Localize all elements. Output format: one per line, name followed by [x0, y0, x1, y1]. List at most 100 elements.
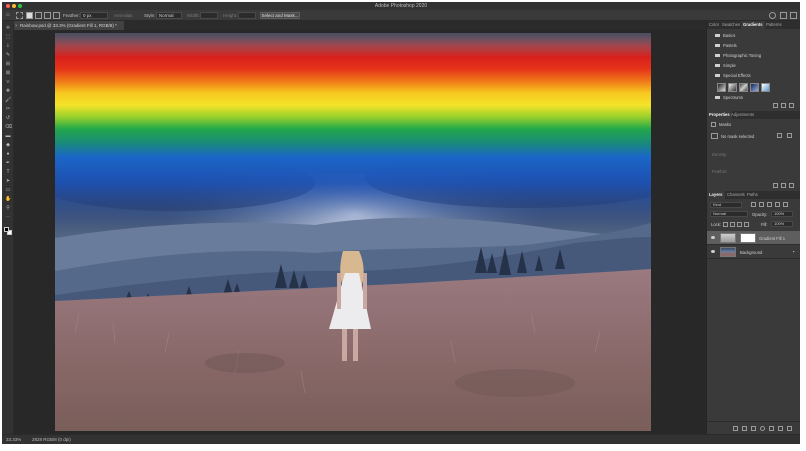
document-info[interactable]: 2828 RGB/8 (0 dpi)	[32, 437, 71, 442]
eraser-tool-icon[interactable]: ⌫	[5, 124, 12, 130]
invert-icon[interactable]	[781, 183, 786, 188]
gradient-swatch[interactable]	[728, 83, 737, 92]
tab-adjustments[interactable]: Adjustments	[729, 111, 756, 119]
folder-basics[interactable]: Basics	[715, 33, 735, 39]
layer-style-icon[interactable]	[742, 426, 747, 431]
workspace-icon[interactable]	[780, 12, 787, 19]
tab-swatches[interactable]: Swatches	[720, 21, 742, 29]
folder-pastels[interactable]: Pastels	[715, 43, 737, 49]
width-input[interactable]	[200, 12, 218, 19]
add-to-selection-icon[interactable]	[35, 12, 42, 19]
anti-alias-checkbox[interactable]: Anti-alias	[114, 12, 133, 19]
intersect-selection-icon[interactable]	[53, 12, 60, 19]
healing-brush-tool-icon[interactable]: ✚	[5, 88, 11, 94]
tab-color[interactable]: Color	[707, 21, 721, 29]
marquee-tool-icon[interactable]: ⬚	[5, 34, 11, 40]
quick-select-tool-icon[interactable]: ✎	[5, 52, 11, 58]
adjustment-layer-icon[interactable]	[760, 426, 765, 431]
opacity-input[interactable]: 100%	[771, 211, 793, 217]
folder-label: Photographic Toning	[723, 53, 762, 58]
zoom-tool-icon[interactable]: ⚲	[5, 205, 11, 211]
rectangle-tool-icon[interactable]: ▭	[5, 187, 11, 193]
foreground-color-swatch[interactable]	[4, 227, 9, 232]
visibility-eye-icon[interactable]	[711, 236, 715, 239]
eyedropper-tool-icon[interactable]: ⋎	[5, 79, 11, 85]
filter-smart-icon[interactable]	[783, 202, 788, 207]
delete-gradient-icon[interactable]	[789, 103, 794, 108]
folder-photographic-toning[interactable]: Photographic Toning	[715, 53, 761, 59]
new-group-icon[interactable]	[773, 103, 778, 108]
new-layer-icon[interactable]	[778, 426, 783, 431]
style-select[interactable]: Normal	[156, 12, 182, 19]
path-select-tool-icon[interactable]: ➤	[5, 178, 11, 184]
selection-icon[interactable]	[773, 183, 778, 188]
history-brush-tool-icon[interactable]: ↺	[5, 115, 11, 121]
subtract-selection-icon[interactable]	[44, 12, 51, 19]
lock-position-icon[interactable]	[737, 222, 742, 227]
tab-paths[interactable]: Paths	[745, 191, 760, 199]
layer-mask-thumbnail[interactable]	[740, 233, 756, 243]
type-tool-icon[interactable]: T	[5, 169, 11, 175]
document-tab[interactable]: × Rainbow.psd @ 33.3% (Gradient Fill 1, …	[14, 21, 124, 30]
new-selection-icon[interactable]	[26, 12, 33, 19]
layer-row-gradient-fill[interactable]: Gradient Fill 1	[707, 231, 800, 245]
delete-layer-icon[interactable]	[787, 426, 792, 431]
layer-name[interactable]: Background	[740, 250, 762, 255]
select-and-mask-button[interactable]: Select and Mask...	[260, 12, 300, 19]
canvas-area[interactable]	[14, 30, 706, 434]
brush-tool-icon[interactable]: 🖌	[5, 97, 11, 103]
new-group-icon[interactable]	[769, 426, 774, 431]
delete-mask-icon[interactable]	[789, 183, 794, 188]
hand-tool-icon[interactable]: ✋	[5, 196, 11, 202]
pixel-mask-icon[interactable]	[777, 133, 782, 138]
gradient-swatch[interactable]	[750, 83, 759, 92]
tab-layers[interactable]: Layers	[707, 191, 725, 199]
gradient-swatch[interactable]	[739, 83, 748, 92]
vector-mask-icon[interactable]	[787, 133, 792, 138]
clone-stamp-tool-icon[interactable]: ✂	[5, 106, 11, 112]
zoom-level[interactable]: 33.33%	[6, 437, 21, 442]
search-icon[interactable]	[769, 12, 776, 19]
blur-tool-icon[interactable]: ◆	[5, 142, 11, 148]
tab-gradients[interactable]: Gradients	[741, 21, 765, 29]
gradient-swatch[interactable]	[761, 83, 770, 92]
close-tab-icon[interactable]: ×	[15, 21, 18, 30]
filter-type-icon[interactable]	[767, 202, 772, 207]
layer-filter-select[interactable]: Kind	[710, 202, 742, 208]
move-tool-icon[interactable]: ✛	[5, 25, 11, 31]
layer-name[interactable]: Gradient Fill 1	[759, 236, 785, 241]
tab-patterns[interactable]: Patterns	[764, 21, 784, 29]
pen-tool-icon[interactable]: ✒	[5, 160, 11, 166]
crop-tool-icon[interactable]: ⊞	[5, 61, 11, 67]
layer-row-background[interactable]: Background ▪	[707, 245, 800, 259]
share-icon[interactable]	[790, 12, 797, 19]
lock-image-icon[interactable]	[730, 222, 735, 227]
filter-adjust-icon[interactable]	[759, 202, 764, 207]
folder-spectrums[interactable]: Spectrums	[715, 95, 743, 101]
lasso-tool-icon[interactable]: ↆ	[5, 43, 11, 49]
fill-input[interactable]: 100%	[771, 221, 793, 227]
add-mask-icon[interactable]	[751, 426, 756, 431]
lock-all-icon[interactable]	[744, 222, 749, 227]
frame-tool-icon[interactable]: ⊠	[5, 70, 11, 76]
dodge-tool-icon[interactable]: ●	[5, 151, 11, 157]
link-layers-icon[interactable]	[733, 426, 738, 431]
feather-input[interactable]: 0 px	[80, 12, 108, 19]
home-icon[interactable]: ⌂	[6, 12, 10, 19]
filter-shape-icon[interactable]	[775, 202, 780, 207]
height-input[interactable]	[238, 12, 256, 19]
more-tools-icon[interactable]: ⋯	[5, 214, 11, 220]
marquee-preset-icon[interactable]	[16, 12, 23, 19]
gradient-swatch[interactable]	[717, 83, 726, 92]
document-canvas[interactable]	[55, 33, 651, 431]
folder-special-effects[interactable]: Special Effects	[715, 73, 751, 79]
visibility-eye-icon[interactable]	[711, 250, 715, 253]
tab-properties[interactable]: Properties	[707, 111, 732, 119]
lock-pixels-icon[interactable]	[723, 222, 728, 227]
filter-pixel-icon[interactable]	[751, 202, 756, 207]
gradient-tool-icon[interactable]: ▬	[5, 133, 11, 139]
folder-simple[interactable]: Simple	[715, 63, 736, 69]
blend-mode-select[interactable]: Normal	[710, 211, 748, 217]
tab-channels[interactable]: Channels	[725, 191, 747, 199]
new-gradient-icon[interactable]	[781, 103, 786, 108]
